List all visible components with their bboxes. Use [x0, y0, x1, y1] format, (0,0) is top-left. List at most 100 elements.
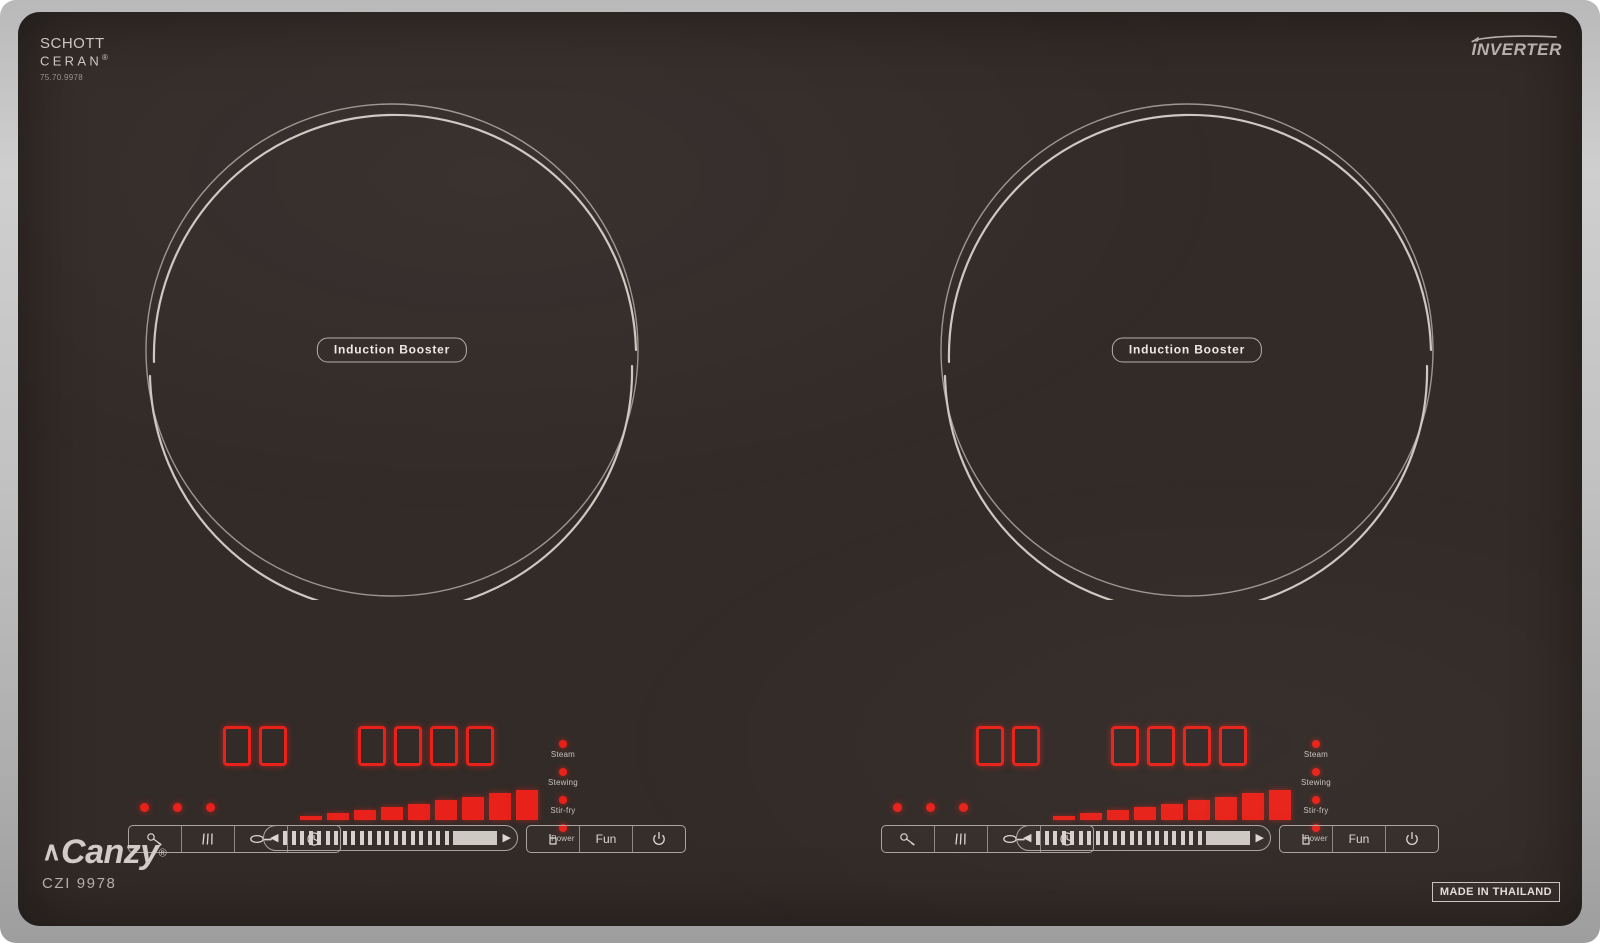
mode-led: [558, 740, 567, 748]
mode-led: [558, 796, 567, 804]
digit: [1147, 726, 1175, 766]
model-number: CZI 9978: [42, 875, 117, 892]
swoosh-icon: [1471, 35, 1557, 43]
level-bar: [381, 807, 403, 820]
mode-label: Steam: [1303, 750, 1328, 759]
digit: [1183, 726, 1211, 766]
left-control-panel: Steam Stewing Stir-fry Power ◀ ▶ Fun: [118, 712, 686, 872]
status-led: [893, 803, 902, 812]
power-button[interactable]: [633, 826, 685, 852]
schott-code: 75.70.9978: [40, 73, 84, 83]
registered-mark: ®: [158, 847, 167, 860]
right-power-level-bars: [1053, 790, 1291, 820]
left-power-level-bars: [300, 790, 538, 820]
right-cooking-zone[interactable]: Induction Booster: [937, 100, 1437, 600]
glass-surface: SCHOTT CERAN® 75.70.9978 INVERTER Induct…: [18, 12, 1582, 926]
digit: [223, 726, 251, 766]
fun-button[interactable]: Fun: [580, 826, 633, 852]
grill-button[interactable]: [935, 826, 988, 852]
mode-led: [1311, 740, 1320, 748]
digit: [1012, 726, 1040, 766]
child-lock-button[interactable]: [882, 826, 935, 852]
left-power-slider[interactable]: ◀ ▶: [263, 825, 518, 851]
canzy-caret: ∧: [42, 836, 62, 866]
canzy-logo: ∧Canzy® CZI 9978: [42, 835, 167, 892]
mode-led: [1311, 768, 1320, 776]
status-led: [959, 803, 968, 812]
level-bar: [1269, 790, 1291, 820]
made-in-badge: MADE IN THAILAND: [1431, 882, 1560, 902]
level-bar: [1134, 807, 1156, 820]
digit: [466, 726, 494, 766]
canzy-wordmark: Canzy: [61, 833, 159, 871]
pot-icon: [549, 834, 557, 845]
status-led: [926, 803, 935, 812]
mode-label: Stir-fry: [1303, 806, 1329, 815]
digit: [358, 726, 386, 766]
level-bar: [489, 793, 511, 820]
mode-label: Stir-fry: [550, 806, 576, 815]
status-led: [140, 803, 149, 812]
mode-stewing: Stewing: [548, 768, 578, 787]
mode-stirfry: Stir-fry: [548, 796, 578, 815]
digit: [259, 726, 287, 766]
digit: [976, 726, 1004, 766]
registered-mark: ®: [102, 53, 108, 62]
power-icon: [1406, 831, 1418, 845]
left-timer-display: [223, 726, 287, 766]
level-bar: [435, 800, 457, 820]
level-bar: [1188, 800, 1210, 820]
right-power-display: [1111, 726, 1247, 766]
power-button[interactable]: [1386, 826, 1438, 852]
mode-label: Stewing: [1301, 778, 1331, 787]
left-booster-label: Induction Booster: [316, 337, 468, 363]
digit: [394, 726, 422, 766]
bars-icon: [202, 833, 213, 845]
pot-button[interactable]: [1280, 826, 1333, 852]
mode-stewing: Stewing: [1301, 768, 1331, 787]
status-led: [173, 803, 182, 812]
slider-left-arrow[interactable]: ◀: [270, 832, 278, 844]
level-bar: [1215, 797, 1237, 820]
left-cooking-zone[interactable]: Induction Booster: [142, 100, 642, 600]
mode-led: [558, 768, 567, 776]
digit: [1219, 726, 1247, 766]
level-bar: [1161, 804, 1183, 820]
pot-button[interactable]: [527, 826, 580, 852]
digit: [430, 726, 458, 766]
schott-line2: CERAN: [40, 53, 103, 69]
fun-button[interactable]: Fun: [1333, 826, 1386, 852]
right-power-slider[interactable]: ◀ ▶: [1016, 825, 1271, 851]
level-bar: [1053, 816, 1075, 820]
right-timer-display: [976, 726, 1040, 766]
level-bar: [327, 813, 349, 820]
slider-right-arrow[interactable]: ▶: [503, 832, 511, 844]
right-mode-buttons: Fun: [1279, 825, 1439, 853]
left-power-display: [358, 726, 494, 766]
level-bar: [408, 804, 430, 820]
right-booster-label: Induction Booster: [1111, 337, 1263, 363]
power-icon: [653, 831, 665, 845]
pot-icon: [1302, 834, 1310, 845]
slider-right-arrow[interactable]: ▶: [1256, 832, 1264, 844]
mode-label: Stewing: [548, 778, 578, 787]
mode-steam: Steam: [1301, 740, 1331, 759]
level-bar: [300, 816, 322, 820]
level-bar: [516, 790, 538, 820]
key-icon: [900, 833, 915, 846]
mode-stirfry: Stir-fry: [1301, 796, 1331, 815]
slider-track[interactable]: [1036, 831, 1251, 845]
mode-label: Steam: [550, 750, 575, 759]
schott-ceran-logo: SCHOTT CERAN® 75.70.9978: [40, 36, 108, 82]
slider-left-arrow[interactable]: ◀: [1023, 832, 1031, 844]
mode-steam: Steam: [548, 740, 578, 759]
cooktop-root: SCHOTT CERAN® 75.70.9978 INVERTER Induct…: [0, 0, 1600, 943]
bars-icon: [955, 833, 966, 845]
right-control-panel: Steam Stewing Stir-fry Power ◀ ▶ Fun: [871, 712, 1439, 872]
left-mode-buttons: Fun: [526, 825, 686, 853]
level-bar: [1080, 813, 1102, 820]
slider-track[interactable]: [283, 831, 498, 845]
schott-line1: SCHOTT: [40, 35, 105, 52]
level-bar: [1107, 810, 1129, 820]
grill-button[interactable]: [182, 826, 235, 852]
